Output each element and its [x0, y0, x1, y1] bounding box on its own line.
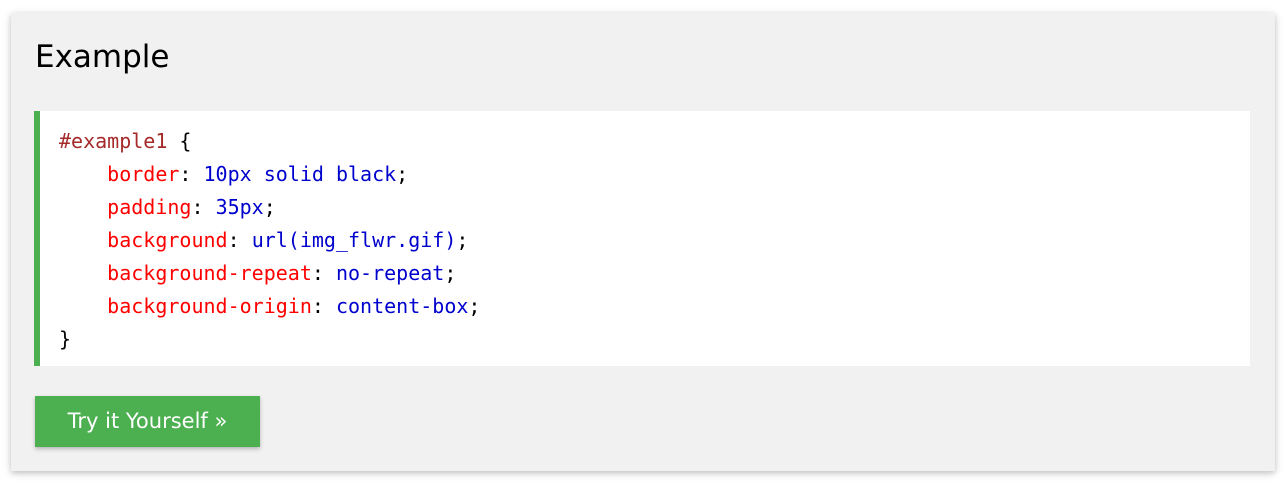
css-value: 10px solid black — [203, 162, 397, 186]
code-line-declaration: background: url(img_flwr.gif); — [107, 228, 469, 252]
example-card: Example #example1 { border: 10px solid b… — [11, 13, 1275, 471]
try-it-yourself-button[interactable]: Try it Yourself » — [35, 396, 260, 447]
code-line-selector: #example1 { — [59, 125, 1250, 158]
code-line-close: } — [59, 323, 1250, 356]
close-brace: } — [59, 327, 72, 351]
css-property: background — [107, 228, 228, 252]
css-property: background-repeat — [107, 261, 312, 285]
code-line-declaration: border: 10px solid black; — [107, 162, 409, 186]
css-value: no-repeat — [335, 261, 445, 285]
css-property: border — [107, 162, 180, 186]
code-line-declaration: background-repeat: no-repeat; — [107, 261, 457, 285]
css-value: 35px — [215, 195, 264, 219]
css-property: background-origin — [107, 294, 312, 318]
open-brace: { — [167, 129, 192, 153]
css-value: url(img_flwr.gif) — [251, 228, 457, 252]
css-selector: #example1 — [59, 129, 168, 153]
code-line-declaration: padding: 35px; — [107, 195, 276, 219]
example-title: Example — [35, 39, 170, 75]
css-property: padding — [107, 195, 192, 219]
css-value: content-box — [335, 294, 469, 318]
code-block: #example1 { border: 10px solid black; pa… — [34, 111, 1250, 366]
code-line-declaration: background-origin: content-box; — [107, 294, 481, 318]
